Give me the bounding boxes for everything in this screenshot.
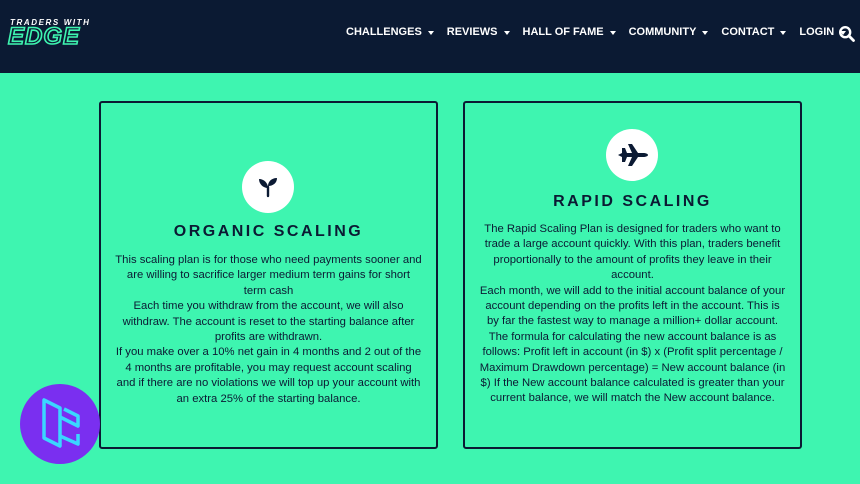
tc-logo-icon [20,384,100,464]
paragraph: The Rapid Scaling Plan is designed for t… [484,223,781,282]
paragraph: The formula for calculating the new acco… [479,330,786,405]
rapid-scaling-title: RAPID SCALING [553,193,712,210]
nav-reviews[interactable]: REVIEWS [447,26,510,38]
nav-challenges[interactable]: CHALLENGES [346,26,434,38]
site-logo[interactable]: TRADERS WITH EDGE [7,18,112,50]
nav-hall-of-fame[interactable]: HALL OF FAME [523,26,616,38]
paragraph: Each month, we will add to the initial a… [479,284,786,328]
organic-scaling-text: This scaling plan is for those who need … [115,253,422,407]
organic-scaling-card: ORGANIC SCALING This scaling plan is for… [99,101,438,449]
chevron-down-icon [609,30,616,35]
rapid-scaling-text: The Rapid Scaling Plan is designed for t… [479,222,786,407]
nav-label: LOGIN [799,26,835,38]
chevron-down-icon [427,30,434,35]
fighter-jet-icon [606,129,658,181]
nav-label: REVIEWS [446,26,498,38]
nav-label: CONTACT [721,26,775,38]
paragraph: If you make over a 10% net gain in 4 mon… [115,346,422,405]
nav-label: CHALLENGES [346,26,422,38]
chevron-down-icon [702,30,709,35]
paragraph: This scaling plan is for those who need … [115,254,422,297]
logo-wordmark: EDGE [7,23,81,50]
chevron-down-icon [780,30,787,35]
nav-community[interactable]: COMMUNITY [629,26,709,38]
chevron-down-icon [503,30,510,35]
top-navbar: TRADERS WITH EDGE CHALLENGES REVIEWS HAL… [0,0,860,73]
paragraph: Each time you withdraw from the account,… [122,300,415,344]
main-nav: CHALLENGES REVIEWS HALL OF FAME COMMUNIT… [346,26,859,38]
nav-label: COMMUNITY [628,26,697,38]
nav-label: HALL OF FAME [522,26,604,38]
nav-contact[interactable]: CONTACT [721,26,787,38]
organic-scaling-title: ORGANIC SCALING [173,223,364,240]
sprout-icon [242,161,294,213]
search-icon[interactable] [838,25,856,43]
rapid-scaling-card: RAPID SCALING The Rapid Scaling Plan is … [463,101,802,449]
